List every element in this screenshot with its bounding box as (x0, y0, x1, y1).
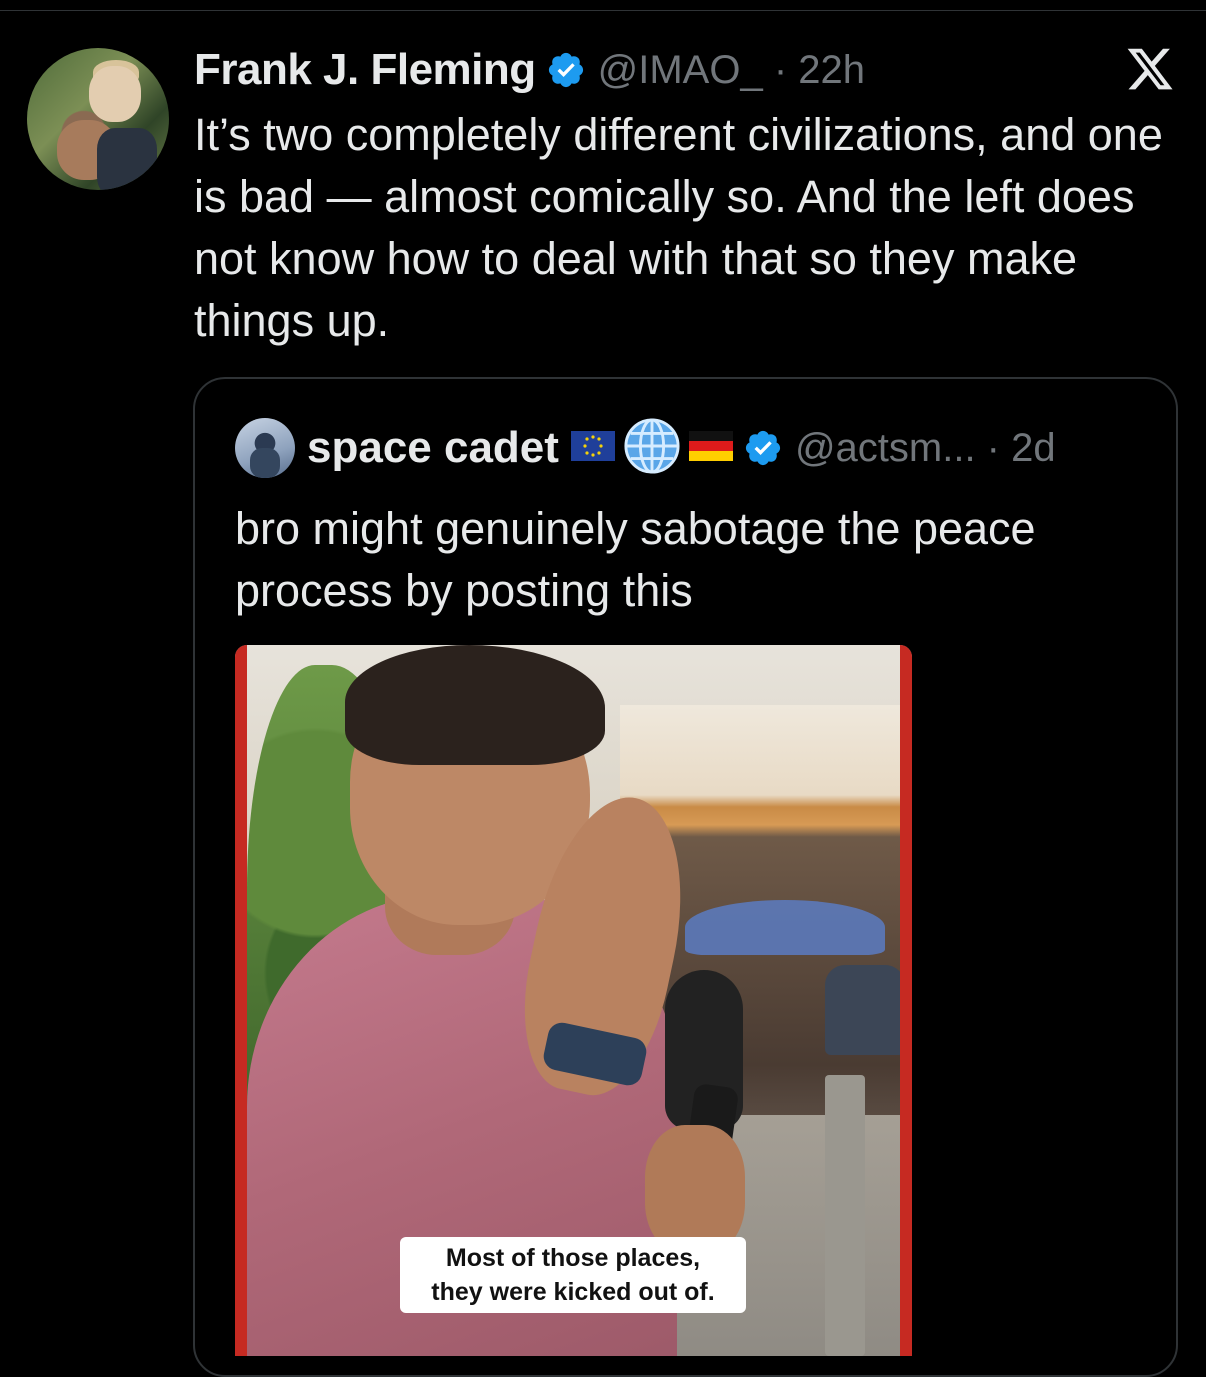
video-person-hair (345, 645, 605, 765)
quoted-author-handle-time[interactable]: @actsm... · 2d (795, 426, 1056, 471)
verified-badge-icon (743, 428, 783, 468)
x-logo-icon (1124, 44, 1176, 94)
tweet-text: It’s two completely different civilizati… (194, 109, 1163, 346)
author-avatar[interactable] (27, 48, 169, 190)
video-hand (645, 1125, 745, 1255)
germany-flag-icon (688, 430, 733, 466)
quoted-tweet-header: space cadet @actsm... · 2d (235, 417, 1056, 480)
video-frame-right (900, 645, 912, 1356)
video-caption: Most of those places, they were kicked o… (400, 1237, 746, 1313)
avatar-shirt (97, 128, 157, 190)
globe-icon (623, 417, 681, 480)
avatar-child (89, 66, 141, 122)
video-caption-line1: Most of those places, (445, 1244, 701, 1272)
quoted-video-thumbnail[interactable]: Most of those places, they were kicked o… (235, 645, 912, 1356)
eu-flag-icon (570, 430, 615, 466)
video-car (825, 965, 905, 1055)
author-name[interactable]: Frank J. Fleming (194, 45, 536, 95)
quoted-author-name[interactable]: space cadet (307, 423, 559, 473)
quoted-author-avatar[interactable] (235, 418, 295, 478)
tweet-header: Frank J. Fleming @IMAO_ · 22h (194, 40, 865, 100)
video-caption-line2: they were kicked out of. (431, 1278, 715, 1306)
video-pole (825, 1075, 865, 1356)
quoted-tweet-text: bro might genuinely sabotage the peace p… (235, 503, 1036, 616)
author-handle-time[interactable]: @IMAO_ · 22h (598, 48, 865, 93)
verified-badge-icon (546, 50, 586, 90)
top-divider (0, 10, 1206, 11)
video-umbrella (685, 900, 885, 955)
video-frame-left (235, 645, 247, 1356)
